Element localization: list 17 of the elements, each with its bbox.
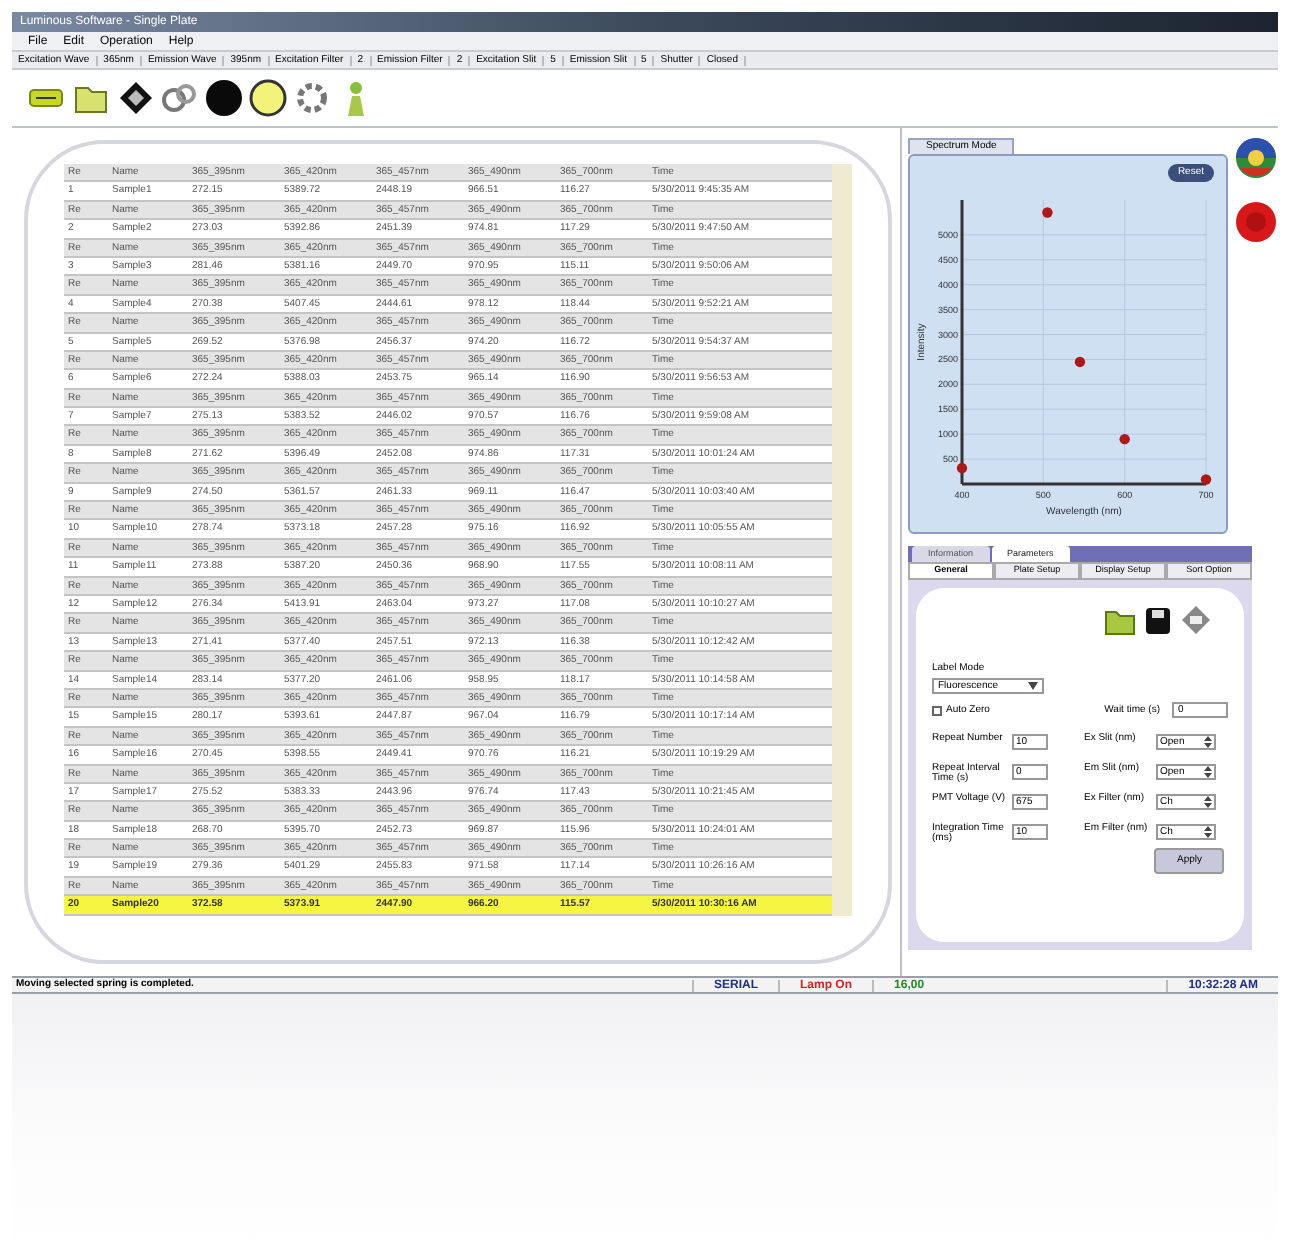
data-point: [1200, 474, 1212, 485]
checkbox[interactable]: [932, 705, 942, 715]
color-wheel-icon[interactable]: [1234, 136, 1278, 180]
spinner-icon: [1204, 736, 1212, 748]
data-point: [1042, 207, 1053, 218]
caret-icon: [1028, 682, 1038, 690]
data-point: [1074, 356, 1086, 368]
circle-icon[interactable]: [248, 78, 288, 118]
data-point: [1119, 433, 1130, 445]
diamond-icon[interactable]: [116, 78, 156, 118]
data-point: [956, 462, 968, 474]
gear-icon[interactable]: [292, 78, 332, 118]
circle-icon[interactable]: [204, 78, 244, 118]
spinner-icon: [1204, 826, 1212, 838]
spinner-icon: [1204, 766, 1212, 778]
stop-icon[interactable]: [1234, 200, 1278, 244]
spinner-icon: [1204, 796, 1212, 808]
